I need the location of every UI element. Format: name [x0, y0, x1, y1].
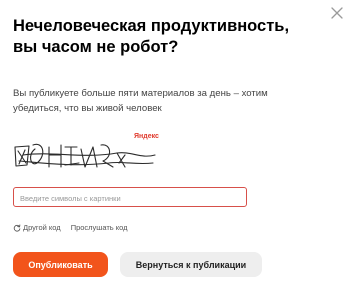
yandex-logo: Яндекс [134, 133, 159, 140]
other-code-label: Другой код [23, 223, 61, 232]
back-to-publication-button[interactable]: Вернуться к публикации [120, 252, 262, 277]
captcha-links: Другой код Прослушать код [13, 223, 128, 232]
captcha-dialog: Нечеловеческая продуктивность, вы часом … [0, 0, 352, 292]
publish-button[interactable]: Опубликовать [13, 252, 108, 277]
listen-code-label: Прослушать код [70, 223, 128, 232]
close-icon[interactable] [330, 6, 344, 20]
other-code-link[interactable]: Другой код [13, 223, 61, 232]
listen-code-link[interactable]: Прослушать код [71, 223, 128, 232]
refresh-icon [13, 224, 21, 232]
dialog-description: Вы публикуете больше пяти материалов за … [13, 88, 268, 114]
captcha-input[interactable] [14, 189, 246, 208]
captcha-input-wrapper [13, 187, 247, 208]
dialog-title: Нечеловеческая продуктивность, вы часом … [13, 17, 290, 56]
